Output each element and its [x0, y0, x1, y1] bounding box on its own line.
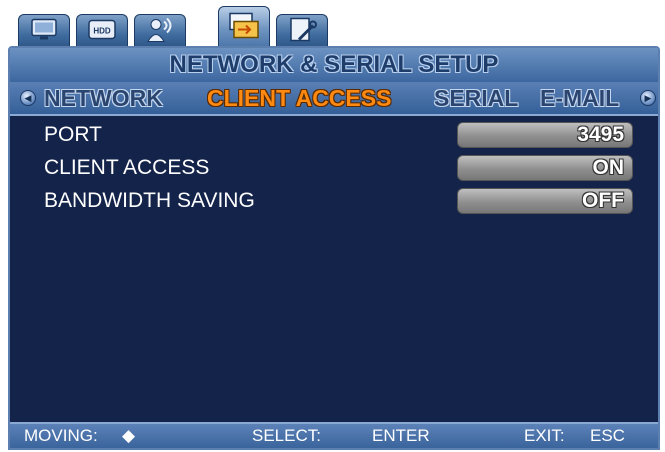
port-label: PORT — [44, 123, 102, 146]
moving-label: MOVING: — [24, 426, 98, 445]
next-tab-button[interactable]: ▶ — [640, 90, 656, 106]
svg-text:HDD: HDD — [93, 26, 111, 35]
select-key: ENTER — [372, 426, 430, 445]
tab-hdd[interactable]: HDD — [76, 14, 128, 48]
settings-row-port: PORT 3495 — [10, 120, 658, 150]
tab-network[interactable] — [218, 6, 270, 48]
page-title: NETWORK & SERIAL SETUP — [169, 51, 499, 78]
tab-display[interactable] — [18, 14, 70, 48]
tab-client-access[interactable]: CLIENT ACCESS — [207, 82, 391, 114]
chevron-right-icon: ▶ — [644, 93, 652, 103]
title-bar: NETWORK & SERIAL SETUP — [10, 48, 658, 82]
chevron-left-icon: ◀ — [24, 93, 32, 103]
user-wireless-icon — [145, 15, 175, 48]
tab-tools[interactable] — [276, 14, 328, 48]
left-right-arrow-icon: ◆ — [122, 426, 136, 445]
tab-email[interactable]: E-MAIL — [540, 82, 619, 114]
settings-row-bandwidth-saving: BANDWIDTH SAVING OFF — [10, 186, 658, 216]
settings-panel: NETWORK & SERIAL SETUP ◀ NETWORK CLIENT … — [8, 46, 660, 450]
subtab-bar: ◀ NETWORK CLIENT ACCESS SERIAL E-MAIL ▶ — [10, 82, 658, 116]
settings-tools-icon — [287, 15, 317, 48]
client-access-value: ON — [592, 156, 625, 179]
hdd-icon: HDD — [87, 17, 117, 46]
network-folder-icon — [226, 9, 262, 46]
settings-list: PORT 3495 CLIENT ACCESS ON BANDWIDTH SAV… — [10, 116, 658, 426]
bandwidth-saving-value: OFF — [582, 189, 624, 212]
prev-tab-button[interactable]: ◀ — [20, 90, 36, 106]
tab-user[interactable] — [134, 14, 186, 48]
monitor-icon — [30, 17, 58, 46]
select-label: SELECT: — [252, 426, 321, 445]
client-access-toggle[interactable]: ON — [457, 155, 633, 181]
tab-network[interactable]: NETWORK — [44, 82, 163, 114]
exit-label: EXIT: — [524, 426, 565, 445]
tab-serial[interactable]: SERIAL — [434, 82, 518, 114]
help-bar: MOVING: ◆ SELECT: ENTER EXIT: ESC — [10, 422, 658, 448]
port-value: 3495 — [577, 123, 624, 146]
bandwidth-saving-toggle[interactable]: OFF — [457, 188, 633, 214]
client-access-label: CLIENT ACCESS — [44, 156, 210, 179]
port-field[interactable]: 3495 — [457, 122, 633, 148]
settings-row-client-access: CLIENT ACCESS ON — [10, 153, 658, 183]
exit-key: ESC — [590, 426, 625, 445]
bandwidth-saving-label: BANDWIDTH SAVING — [44, 189, 255, 212]
